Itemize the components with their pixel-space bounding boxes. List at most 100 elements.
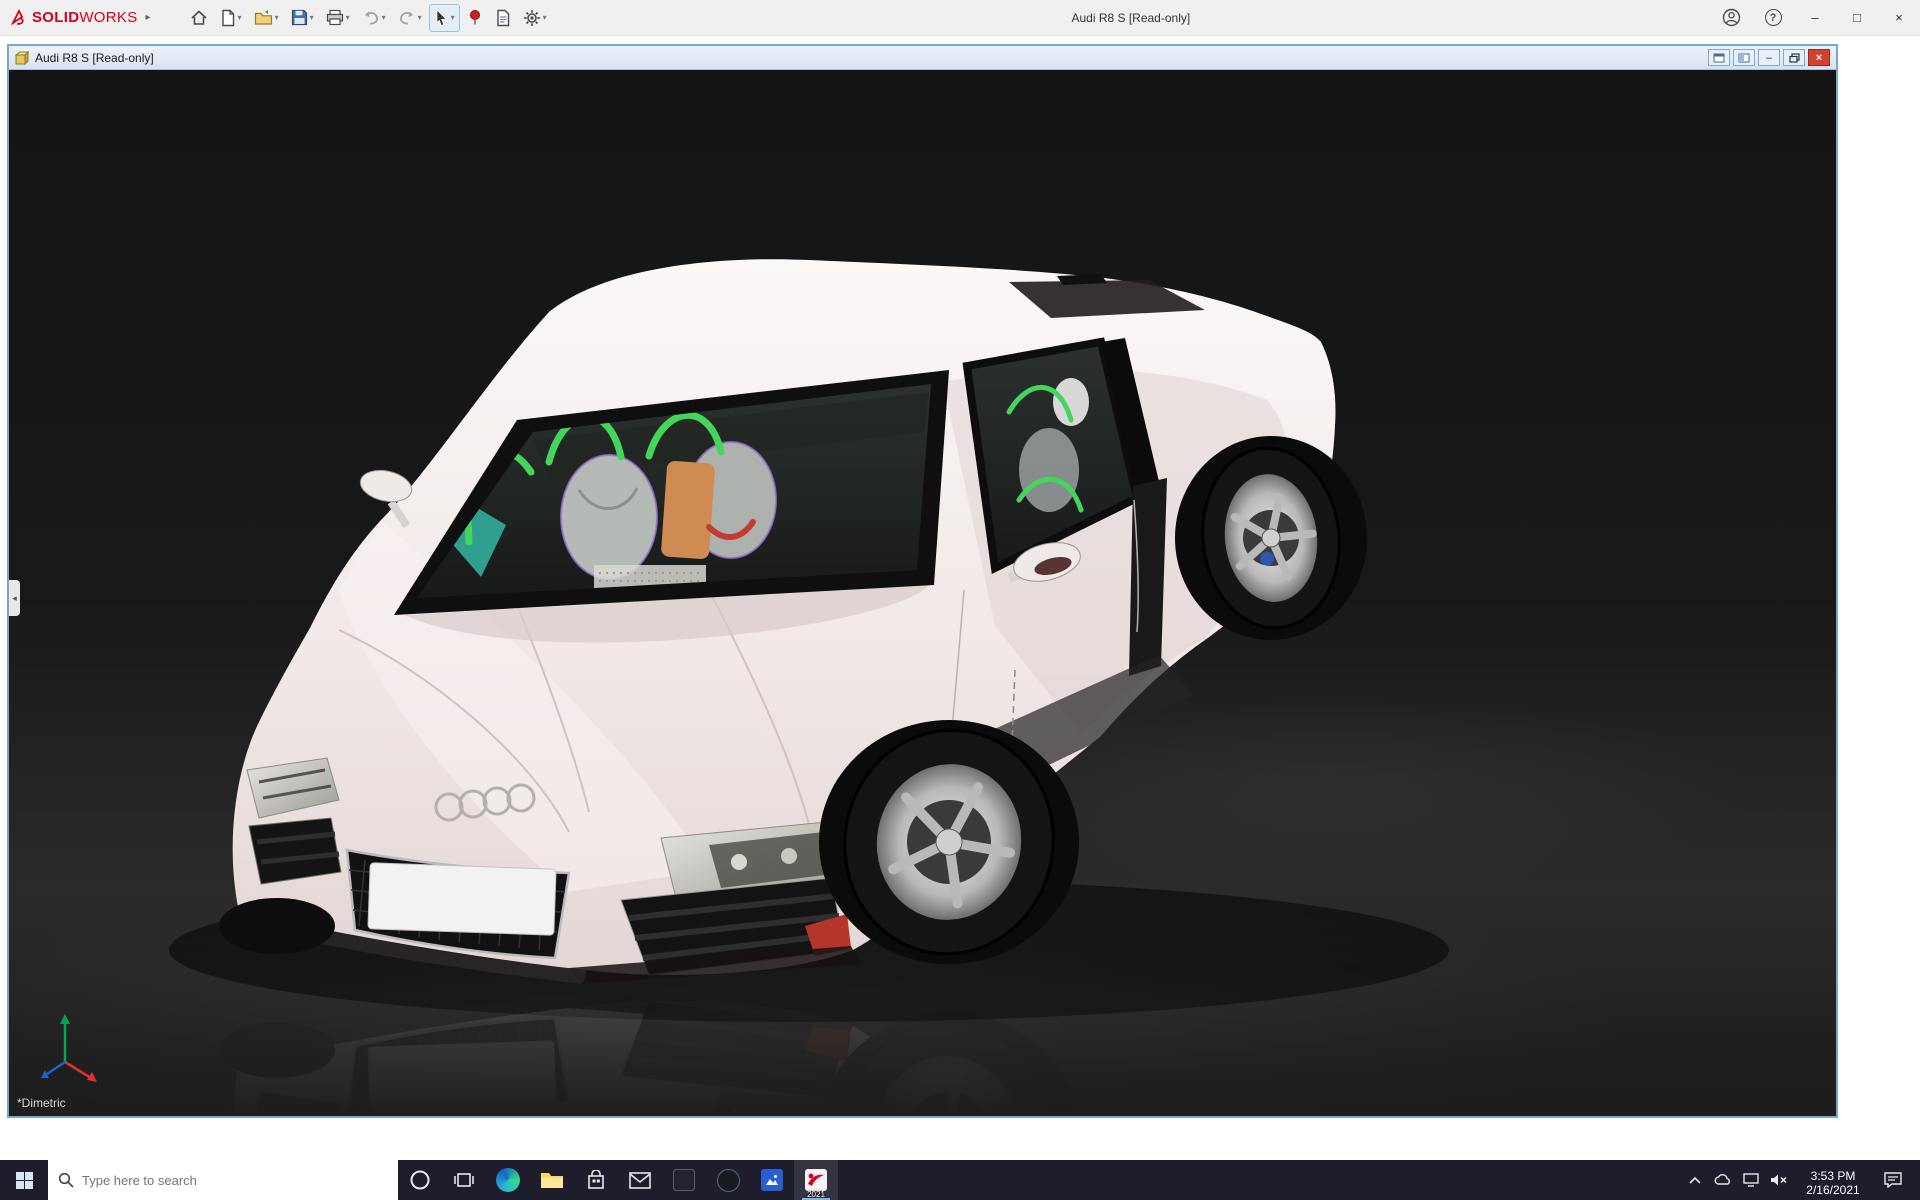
window-icon	[1713, 53, 1725, 63]
search-input[interactable]	[82, 1173, 388, 1188]
solidworks-version-badge: 2021	[794, 1190, 838, 1199]
minimize-button[interactable]: –	[1794, 0, 1836, 36]
app-icon-store[interactable]	[574, 1160, 618, 1200]
chevron-down-icon[interactable]: ▾	[418, 13, 422, 22]
taskbar-empty-space	[838, 1160, 1681, 1200]
main-toolbar: ▾ ▾ ▾ ▾	[185, 4, 552, 32]
undo-icon	[362, 10, 380, 26]
cortana-button[interactable]	[398, 1160, 442, 1200]
terminal-icon	[673, 1169, 695, 1191]
windows-start-icon	[16, 1172, 33, 1189]
mail-icon	[629, 1172, 651, 1189]
menu-expand-arrow[interactable]: ▸	[146, 12, 151, 23]
search-icon	[58, 1172, 74, 1188]
taskbar-clock[interactable]: 3:53 PM 2/16/2021	[1793, 1164, 1873, 1197]
account-button[interactable]	[1710, 0, 1752, 36]
new-window-button[interactable]	[1708, 49, 1730, 66]
store-icon	[586, 1170, 606, 1190]
task-view-icon	[454, 1171, 474, 1189]
cortana-icon	[409, 1169, 431, 1191]
network-tray-button[interactable]	[1737, 1160, 1765, 1200]
graphics-viewport[interactable]: *Dimetric ◂	[9, 70, 1836, 1116]
doc-minimize-button[interactable]: –	[1758, 49, 1780, 66]
solidworks-icon	[804, 1168, 828, 1192]
undo-button[interactable]: ▾	[357, 4, 391, 32]
left-intake	[249, 818, 341, 884]
action-center-icon	[1884, 1172, 1902, 1188]
steam-icon	[717, 1169, 740, 1192]
file-properties-button[interactable]	[490, 4, 516, 32]
redo-icon	[398, 10, 416, 26]
task-view-button[interactable]	[442, 1160, 486, 1200]
chevron-down-icon[interactable]: ▾	[346, 13, 350, 22]
rebuild-button[interactable]	[462, 4, 488, 32]
document-window: Audi R8 S [Read-only] –	[7, 44, 1838, 1118]
model-render-audi-r8	[9, 70, 1836, 1116]
license-plate	[368, 863, 556, 935]
print-button[interactable]: ▾	[321, 4, 355, 32]
app-icon-photos[interactable]	[750, 1160, 794, 1200]
edge-icon	[496, 1168, 520, 1192]
home-button[interactable]	[185, 4, 213, 32]
rebuild-icon	[467, 9, 483, 27]
onedrive-icon	[1714, 1174, 1732, 1186]
volume-tray-button[interactable]	[1765, 1160, 1793, 1200]
save-button[interactable]: ▾	[286, 4, 319, 32]
panel-collapse-arrow[interactable]: ◂	[9, 580, 20, 616]
photos-icon	[761, 1169, 783, 1191]
new-document-icon	[220, 9, 236, 27]
chevron-down-icon[interactable]: ▾	[310, 13, 314, 22]
window-controls: ? – □ ×	[1710, 0, 1920, 36]
file-properties-icon	[495, 9, 511, 27]
app-icon-terminal[interactable]	[662, 1160, 706, 1200]
document-title: Audi R8 S [Read-only]	[35, 51, 154, 65]
select-cursor-icon	[434, 9, 449, 27]
redo-button[interactable]: ▾	[393, 4, 427, 32]
split-window-icon	[1738, 53, 1750, 63]
app-icon-edge[interactable]	[486, 1160, 530, 1200]
close-button[interactable]: ×	[1878, 0, 1920, 36]
chevron-up-icon	[1689, 1176, 1701, 1184]
app-icon-steam[interactable]	[706, 1160, 750, 1200]
home-icon	[190, 9, 208, 27]
action-center-button[interactable]	[1873, 1160, 1913, 1200]
help-icon: ?	[1765, 9, 1782, 26]
file-explorer-icon	[540, 1170, 564, 1190]
chevron-down-icon[interactable]: ▾	[275, 13, 279, 22]
options-button[interactable]: ▾	[518, 4, 552, 32]
hidden-icons-button[interactable]	[1681, 1160, 1709, 1200]
document-titlebar[interactable]: Audi R8 S [Read-only] –	[9, 46, 1836, 70]
account-icon	[1722, 8, 1741, 27]
doc-close-button[interactable]: ×	[1808, 49, 1830, 66]
taskbar-search[interactable]	[48, 1160, 398, 1200]
chevron-down-icon[interactable]: ▾	[382, 13, 386, 22]
onedrive-tray-button[interactable]	[1709, 1160, 1737, 1200]
view-orientation-label: *Dimetric	[17, 1096, 66, 1110]
chevron-down-icon[interactable]: ▾	[238, 13, 242, 22]
maximize-button[interactable]: □	[1836, 0, 1878, 36]
volume-muted-icon	[1770, 1173, 1788, 1187]
doc-restore-button[interactable]	[1783, 49, 1805, 66]
solidworks-logo: SOLIDWORKS ▸	[0, 9, 159, 27]
clock-date: 2/16/2021	[1793, 1183, 1873, 1197]
windows-taskbar: 2021 3:53 PM 2/16/2021	[0, 1160, 1920, 1200]
app-icon-file-explorer[interactable]	[530, 1160, 574, 1200]
start-button[interactable]	[0, 1160, 48, 1200]
new-document-button[interactable]: ▾	[215, 4, 247, 32]
options-gear-icon	[523, 9, 541, 27]
save-icon	[291, 9, 308, 26]
select-tool-button[interactable]: ▾	[429, 4, 460, 32]
chevron-down-icon[interactable]: ▾	[543, 13, 547, 22]
split-window-button[interactable]	[1733, 49, 1755, 66]
system-tray: 3:53 PM 2/16/2021	[1681, 1160, 1920, 1200]
app-icon-solidworks[interactable]: 2021	[794, 1160, 838, 1200]
network-icon	[1743, 1173, 1759, 1187]
brand-works: WORKS	[79, 9, 137, 26]
app-icon-mail[interactable]	[618, 1160, 662, 1200]
help-button[interactable]: ?	[1752, 0, 1794, 36]
open-button[interactable]: ▾	[249, 4, 284, 32]
chevron-down-icon[interactable]: ▾	[451, 13, 455, 22]
orientation-triad	[35, 1006, 111, 1090]
window-title: Audi R8 S [Read-only]	[552, 11, 1710, 25]
print-icon	[326, 9, 344, 26]
